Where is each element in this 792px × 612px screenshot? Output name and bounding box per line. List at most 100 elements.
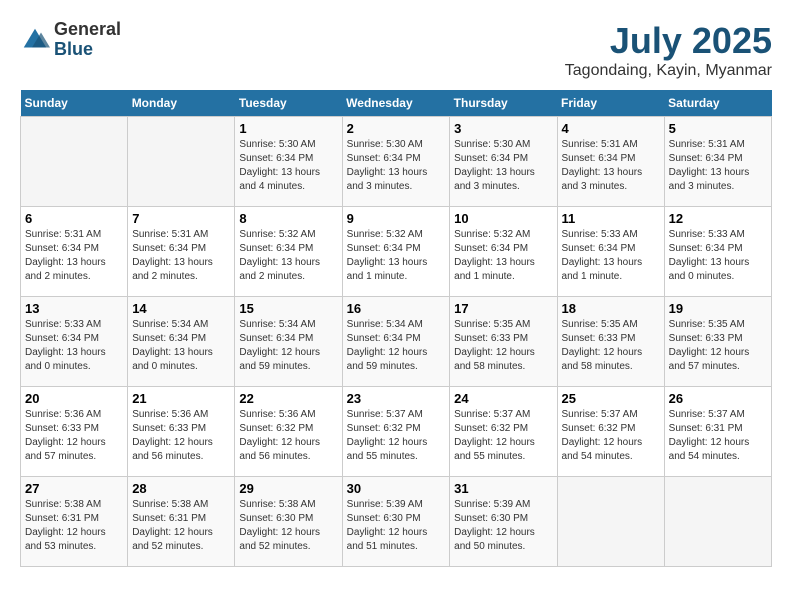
logo-blue: Blue [54, 40, 121, 60]
day-detail: Sunrise: 5:34 AM Sunset: 6:34 PM Dayligh… [347, 318, 446, 374]
day-detail: Sunrise: 5:37 AM Sunset: 6:32 PM Dayligh… [562, 408, 660, 464]
day-detail: Sunrise: 5:31 AM Sunset: 6:34 PM Dayligh… [132, 228, 230, 284]
day-number: 30 [347, 481, 446, 496]
day-detail: Sunrise: 5:31 AM Sunset: 6:34 PM Dayligh… [25, 228, 123, 284]
day-number: 1 [239, 121, 337, 136]
calendar-cell: 31Sunrise: 5:39 AM Sunset: 6:30 PM Dayli… [450, 477, 557, 567]
day-number: 26 [669, 391, 767, 406]
day-number: 8 [239, 211, 337, 226]
calendar-cell: 5 Sunrise: 5:31 AM Sunset: 6:34 PM Daylig… [664, 117, 771, 207]
day-detail: Sunrise: 5:32 AM Sunset: 6:34 PM Dayligh… [239, 228, 337, 284]
day-number: 10 [454, 211, 552, 226]
day-detail: Sunrise: 5:37 AM Sunset: 6:32 PM Dayligh… [454, 408, 552, 464]
month-year: July 2025 [565, 20, 772, 62]
day-number: 7 [132, 211, 230, 226]
calendar-cell: 9 Sunrise: 5:32 AM Sunset: 6:34 PM Daylig… [342, 207, 450, 297]
day-detail: Sunrise: 5:33 AM Sunset: 6:34 PM Dayligh… [25, 318, 123, 374]
day-detail: Sunrise: 5:39 AM Sunset: 6:30 PM Dayligh… [454, 498, 552, 554]
logo-icon [20, 25, 50, 55]
day-detail: Sunrise: 5:36 AM Sunset: 6:33 PM Dayligh… [132, 408, 230, 464]
calendar-cell: 19 Sunrise: 5:35 AM Sunset: 6:33 PM Dayli… [664, 297, 771, 387]
day-detail: Sunrise: 5:30 AM Sunset: 6:34 PM Dayligh… [454, 138, 552, 194]
location: Tagondaing, Kayin, Myanmar [565, 62, 772, 80]
day-number: 22 [239, 391, 337, 406]
day-number: 19 [669, 301, 767, 316]
calendar-cell: 20 Sunrise: 5:36 AM Sunset: 6:33 PM Dayli… [21, 387, 128, 477]
day-number: 28 [132, 481, 230, 496]
calendar-cell: 30 Sunrise: 5:39 AM Sunset: 6:30 PM Dayli… [342, 477, 450, 567]
logo: General Blue [20, 20, 121, 60]
day-number: 11 [562, 211, 660, 226]
calendar-cell: 29 Sunrise: 5:38 AM Sunset: 6:30 PM Dayli… [235, 477, 342, 567]
day-number: 24 [454, 391, 552, 406]
day-detail: Sunrise: 5:38 AM Sunset: 6:31 PM Dayligh… [132, 498, 230, 554]
weekday-header: Monday [128, 90, 235, 117]
day-number: 12 [669, 211, 767, 226]
logo-text: General Blue [54, 20, 121, 60]
day-number: 29 [239, 481, 337, 496]
calendar-cell: 16Sunrise: 5:34 AM Sunset: 6:34 PM Dayli… [342, 297, 450, 387]
day-detail: Sunrise: 5:39 AM Sunset: 6:30 PM Dayligh… [347, 498, 446, 554]
calendar-cell: 10Sunrise: 5:32 AM Sunset: 6:34 PM Dayli… [450, 207, 557, 297]
calendar-table: SundayMondayTuesdayWednesdayThursdayFrid… [20, 90, 772, 567]
day-detail: Sunrise: 5:31 AM Sunset: 6:34 PM Dayligh… [562, 138, 660, 194]
weekday-header: Tuesday [235, 90, 342, 117]
day-number: 5 [669, 121, 767, 136]
calendar-week-row: 20 Sunrise: 5:36 AM Sunset: 6:33 PM Dayli… [21, 387, 772, 477]
day-detail: Sunrise: 5:31 AM Sunset: 6:34 PM Dayligh… [669, 138, 767, 194]
calendar-cell: 13Sunrise: 5:33 AM Sunset: 6:34 PM Dayli… [21, 297, 128, 387]
calendar-week-row: 27Sunrise: 5:38 AM Sunset: 6:31 PM Dayli… [21, 477, 772, 567]
day-detail: Sunrise: 5:38 AM Sunset: 6:30 PM Dayligh… [239, 498, 337, 554]
page-header: General Blue July 2025 Tagondaing, Kayin… [20, 20, 772, 80]
calendar-cell: 8 Sunrise: 5:32 AM Sunset: 6:34 PM Daylig… [235, 207, 342, 297]
weekday-header: Wednesday [342, 90, 450, 117]
day-detail: Sunrise: 5:32 AM Sunset: 6:34 PM Dayligh… [347, 228, 446, 284]
calendar-cell: 23 Sunrise: 5:37 AM Sunset: 6:32 PM Dayli… [342, 387, 450, 477]
logo-general: General [54, 20, 121, 40]
calendar-week-row: 13Sunrise: 5:33 AM Sunset: 6:34 PM Dayli… [21, 297, 772, 387]
calendar-cell [557, 477, 664, 567]
calendar-cell: 27Sunrise: 5:38 AM Sunset: 6:31 PM Dayli… [21, 477, 128, 567]
calendar-cell: 26 Sunrise: 5:37 AM Sunset: 6:31 PM Dayli… [664, 387, 771, 477]
calendar-cell: 2 Sunrise: 5:30 AM Sunset: 6:34 PM Daylig… [342, 117, 450, 207]
day-detail: Sunrise: 5:35 AM Sunset: 6:33 PM Dayligh… [454, 318, 552, 374]
day-number: 20 [25, 391, 123, 406]
calendar-week-row: 6Sunrise: 5:31 AM Sunset: 6:34 PM Daylig… [21, 207, 772, 297]
calendar-cell [664, 477, 771, 567]
day-detail: Sunrise: 5:30 AM Sunset: 6:34 PM Dayligh… [347, 138, 446, 194]
day-detail: Sunrise: 5:30 AM Sunset: 6:34 PM Dayligh… [239, 138, 337, 194]
day-number: 25 [562, 391, 660, 406]
day-detail: Sunrise: 5:37 AM Sunset: 6:32 PM Dayligh… [347, 408, 446, 464]
calendar-cell [128, 117, 235, 207]
day-number: 9 [347, 211, 446, 226]
day-detail: Sunrise: 5:36 AM Sunset: 6:32 PM Dayligh… [239, 408, 337, 464]
calendar-cell: 7 Sunrise: 5:31 AM Sunset: 6:34 PM Daylig… [128, 207, 235, 297]
day-number: 2 [347, 121, 446, 136]
day-detail: Sunrise: 5:36 AM Sunset: 6:33 PM Dayligh… [25, 408, 123, 464]
day-number: 15 [239, 301, 337, 316]
day-detail: Sunrise: 5:35 AM Sunset: 6:33 PM Dayligh… [562, 318, 660, 374]
day-detail: Sunrise: 5:37 AM Sunset: 6:31 PM Dayligh… [669, 408, 767, 464]
calendar-cell: 11 Sunrise: 5:33 AM Sunset: 6:34 PM Dayli… [557, 207, 664, 297]
weekday-header: Friday [557, 90, 664, 117]
weekday-header: Thursday [450, 90, 557, 117]
weekday-header: Sunday [21, 90, 128, 117]
calendar-cell: 12Sunrise: 5:33 AM Sunset: 6:34 PM Dayli… [664, 207, 771, 297]
day-number: 18 [562, 301, 660, 316]
day-number: 14 [132, 301, 230, 316]
day-detail: Sunrise: 5:33 AM Sunset: 6:34 PM Dayligh… [562, 228, 660, 284]
calendar-cell: 25 Sunrise: 5:37 AM Sunset: 6:32 PM Dayli… [557, 387, 664, 477]
weekday-header: Saturday [664, 90, 771, 117]
calendar-cell: 22 Sunrise: 5:36 AM Sunset: 6:32 PM Dayli… [235, 387, 342, 477]
day-detail: Sunrise: 5:34 AM Sunset: 6:34 PM Dayligh… [132, 318, 230, 374]
day-number: 23 [347, 391, 446, 406]
calendar-cell: 17Sunrise: 5:35 AM Sunset: 6:33 PM Dayli… [450, 297, 557, 387]
calendar-cell: 3Sunrise: 5:30 AM Sunset: 6:34 PM Daylig… [450, 117, 557, 207]
day-detail: Sunrise: 5:35 AM Sunset: 6:33 PM Dayligh… [669, 318, 767, 374]
calendar-cell: 21Sunrise: 5:36 AM Sunset: 6:33 PM Dayli… [128, 387, 235, 477]
calendar-week-row: 1 Sunrise: 5:30 AM Sunset: 6:34 PM Daylig… [21, 117, 772, 207]
calendar-cell: 24 Sunrise: 5:37 AM Sunset: 6:32 PM Dayli… [450, 387, 557, 477]
calendar-cell: 28 Sunrise: 5:38 AM Sunset: 6:31 PM Dayli… [128, 477, 235, 567]
day-number: 4 [562, 121, 660, 136]
day-detail: Sunrise: 5:38 AM Sunset: 6:31 PM Dayligh… [25, 498, 123, 554]
